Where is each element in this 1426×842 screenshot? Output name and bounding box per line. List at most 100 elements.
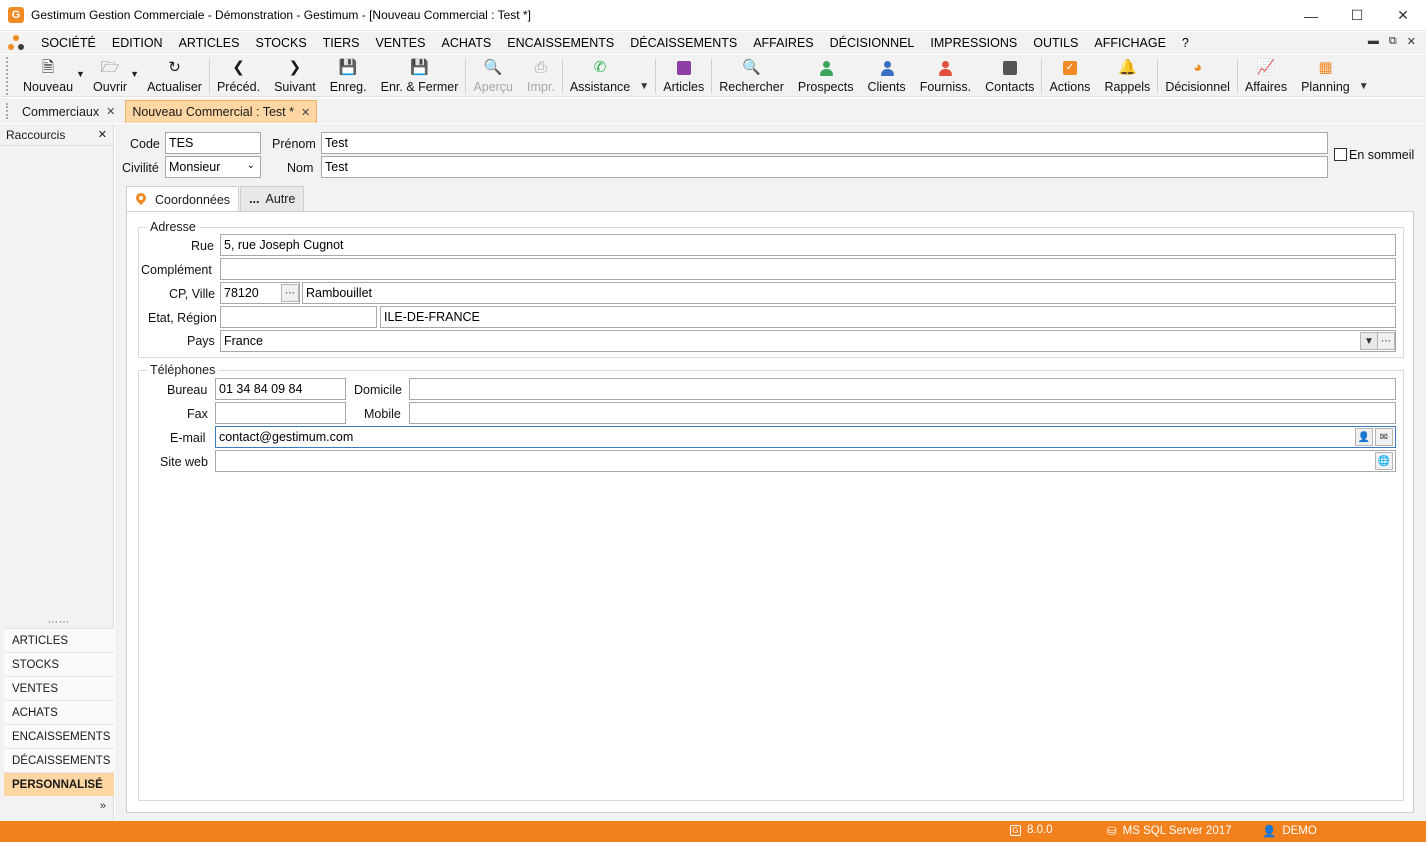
whatsapp-icon: ✆ bbox=[593, 59, 607, 76]
enregistrer-fermer-button[interactable]: 💾 Enr. & Fermer bbox=[374, 55, 466, 95]
code-input[interactable]: TES bbox=[165, 132, 261, 154]
toolbar-overflow-icon-2[interactable]: ▼ bbox=[1359, 81, 1369, 92]
close-tab-icon[interactable]: ✕ bbox=[301, 106, 310, 119]
pays-dropdown-icon[interactable]: ▼ bbox=[1360, 332, 1378, 350]
menu-impressions[interactable]: IMPRESSIONS bbox=[922, 36, 1025, 50]
email-send-icon[interactable]: ✉ bbox=[1375, 428, 1393, 446]
prenom-input[interactable]: Test bbox=[321, 132, 1328, 154]
menu-affaires[interactable]: AFFAIRES bbox=[745, 36, 821, 50]
email-input[interactable]: contact@gestimum.com bbox=[215, 426, 1396, 448]
code-label: Code bbox=[130, 137, 160, 151]
contacts-button[interactable]: Contacts bbox=[978, 55, 1041, 95]
folder-icon: 🗁 bbox=[100, 59, 120, 76]
sidebar-item-ventes[interactable]: VENTES bbox=[4, 676, 114, 700]
rue-input[interactable]: 5, rue Joseph Cugnot bbox=[220, 234, 1396, 256]
actualiser-button[interactable]: ↻ Actualiser bbox=[140, 55, 209, 95]
tab-coordonnees[interactable]: Coordonnées bbox=[126, 186, 240, 212]
mobile-input[interactable] bbox=[409, 402, 1396, 424]
user-text: DEMO bbox=[1282, 825, 1317, 837]
region-input[interactable]: ILE-DE-FRANCE bbox=[380, 306, 1396, 328]
bureau-input[interactable]: 01 34 84 09 84 bbox=[215, 378, 346, 400]
assistance-button[interactable]: ✆ Assistance bbox=[563, 55, 637, 95]
complement-input[interactable] bbox=[220, 258, 1396, 280]
sidebar-expand-icon[interactable]: » bbox=[4, 796, 114, 816]
toolbar-grip[interactable] bbox=[6, 57, 12, 95]
menu-affichage[interactable]: AFFICHAGE bbox=[1086, 36, 1174, 50]
en-sommeil-label: En sommeil bbox=[1349, 148, 1415, 162]
sidebar-item-stocks[interactable]: STOCKS bbox=[4, 652, 114, 676]
tab-commerciaux[interactable]: Commerciaux ✕ bbox=[16, 100, 121, 123]
document-tabs: Commerciaux ✕ Nouveau Commercial : Test … bbox=[0, 98, 1426, 123]
menu-articles[interactable]: ARTICLES bbox=[171, 36, 248, 50]
nom-input[interactable]: Test bbox=[321, 156, 1328, 178]
imprimer-button[interactable]: ⎙ Impr. bbox=[520, 55, 562, 95]
rechercher-button[interactable]: 🔍 Rechercher bbox=[712, 55, 791, 95]
menu-stocks[interactable]: STOCKS bbox=[247, 36, 314, 50]
menu-encaissements[interactable]: ENCAISSEMENTS bbox=[499, 36, 622, 50]
sidebar-item-articles[interactable]: ARTICLES bbox=[4, 628, 114, 652]
menu-decaissements[interactable]: DÉCAISSEMENTS bbox=[622, 36, 745, 50]
prospects-button[interactable]: Prospects bbox=[791, 55, 861, 95]
menu-societe[interactable]: SOCIÉTÉ bbox=[33, 36, 104, 50]
nom-label: Nom bbox=[287, 161, 314, 175]
civilite-select[interactable]: Monsieur ⌄ bbox=[165, 156, 261, 178]
mdi-close-icon[interactable]: ✕ bbox=[1407, 35, 1416, 48]
suivant-button[interactable]: ❯ Suivant bbox=[267, 55, 323, 95]
articles-button[interactable]: Articles bbox=[656, 55, 711, 95]
tab-autre[interactable]: ... Autre bbox=[240, 186, 305, 211]
sidebar-item-achats[interactable]: ACHATS bbox=[4, 700, 114, 724]
close-sidebar-icon[interactable]: ✕ bbox=[98, 128, 107, 141]
mdi-minimize-icon[interactable]: ▬ bbox=[1368, 35, 1379, 48]
sidebar-splitter[interactable]: ⋯⋯ bbox=[4, 618, 114, 628]
minimize-button[interactable]: — bbox=[1288, 0, 1334, 31]
pays-select[interactable]: France bbox=[220, 330, 1396, 352]
maximize-button[interactable]: ☐ bbox=[1334, 0, 1380, 31]
toolbar-overflow-icon[interactable]: ▼ bbox=[639, 81, 649, 92]
close-button[interactable]: ✕ bbox=[1380, 0, 1426, 31]
tab-nouveau-commercial[interactable]: Nouveau Commercial : Test * ✕ bbox=[125, 100, 318, 123]
close-tab-icon[interactable]: ✕ bbox=[106, 105, 115, 118]
email-contact-icon[interactable]: 👤 bbox=[1355, 428, 1373, 446]
affaires-button[interactable]: 📈 Affaires bbox=[1238, 55, 1294, 95]
menu-help[interactable]: ? bbox=[1174, 36, 1197, 50]
adresse-title: Adresse bbox=[147, 220, 199, 234]
actions-button[interactable]: ✓ Actions bbox=[1042, 55, 1097, 95]
menu-outils[interactable]: OUTILS bbox=[1025, 36, 1086, 50]
menu-edition[interactable]: EDITION bbox=[104, 36, 171, 50]
domicile-input[interactable] bbox=[409, 378, 1396, 400]
rappels-button[interactable]: 🔔 Rappels bbox=[1097, 55, 1157, 95]
planning-button[interactable]: ▦ Planning bbox=[1294, 55, 1357, 95]
menu-ventes[interactable]: VENTES bbox=[367, 36, 433, 50]
cp-ville-label: CP, Ville bbox=[169, 287, 216, 301]
mdi-restore-icon[interactable]: ⧉ bbox=[1389, 35, 1397, 48]
menu-achats[interactable]: ACHATS bbox=[433, 36, 499, 50]
enregistrer-button[interactable]: 💾 Enreg. bbox=[323, 55, 374, 95]
nouveau-button[interactable]: 🗎 Nouveau bbox=[16, 55, 80, 95]
sidebar-title: Raccourcis bbox=[6, 127, 66, 142]
fax-input[interactable] bbox=[215, 402, 346, 424]
cp-lookup-button[interactable]: ⋯ bbox=[281, 284, 299, 302]
decisionnel-button[interactable]: ◕ Décisionnel bbox=[1158, 55, 1237, 95]
bar-chart-icon: 📈 bbox=[1256, 59, 1276, 76]
supplier-person-icon bbox=[936, 59, 954, 77]
pays-lookup-button[interactable]: ⋯ bbox=[1377, 332, 1395, 350]
sidebar-item-personnalise[interactable]: PERSONNALISÉ bbox=[4, 772, 114, 796]
etat-input[interactable] bbox=[220, 306, 377, 328]
save-icon: 💾 bbox=[338, 59, 358, 76]
ville-input[interactable]: Rambouillet bbox=[302, 282, 1396, 304]
site-web-input[interactable] bbox=[215, 450, 1396, 472]
apercu-button[interactable]: 🔍 Aperçu bbox=[466, 55, 520, 95]
menu-decisionnel[interactable]: DÉCISIONNEL bbox=[822, 36, 923, 50]
sidebar-item-encaissements[interactable]: ENCAISSEMENTS bbox=[4, 724, 114, 748]
en-sommeil-checkbox[interactable] bbox=[1334, 148, 1347, 161]
fournisseurs-button[interactable]: Fourniss. bbox=[913, 55, 978, 95]
menu-tiers[interactable]: TIERS bbox=[315, 36, 368, 50]
sidebar-item-decaissements[interactable]: DÉCAISSEMENTS bbox=[4, 748, 114, 772]
email-label: E-mail bbox=[170, 431, 206, 445]
domicile-label: Domicile bbox=[354, 383, 402, 397]
form-tabs: Coordonnées ... Autre bbox=[126, 186, 305, 212]
globe-icon[interactable]: 🌐 bbox=[1375, 452, 1393, 470]
precedent-button[interactable]: ❮ Précéd. bbox=[210, 55, 267, 95]
ouvrir-button[interactable]: 🗁 Ouvrir bbox=[86, 55, 134, 95]
clients-button[interactable]: Clients bbox=[860, 55, 912, 95]
